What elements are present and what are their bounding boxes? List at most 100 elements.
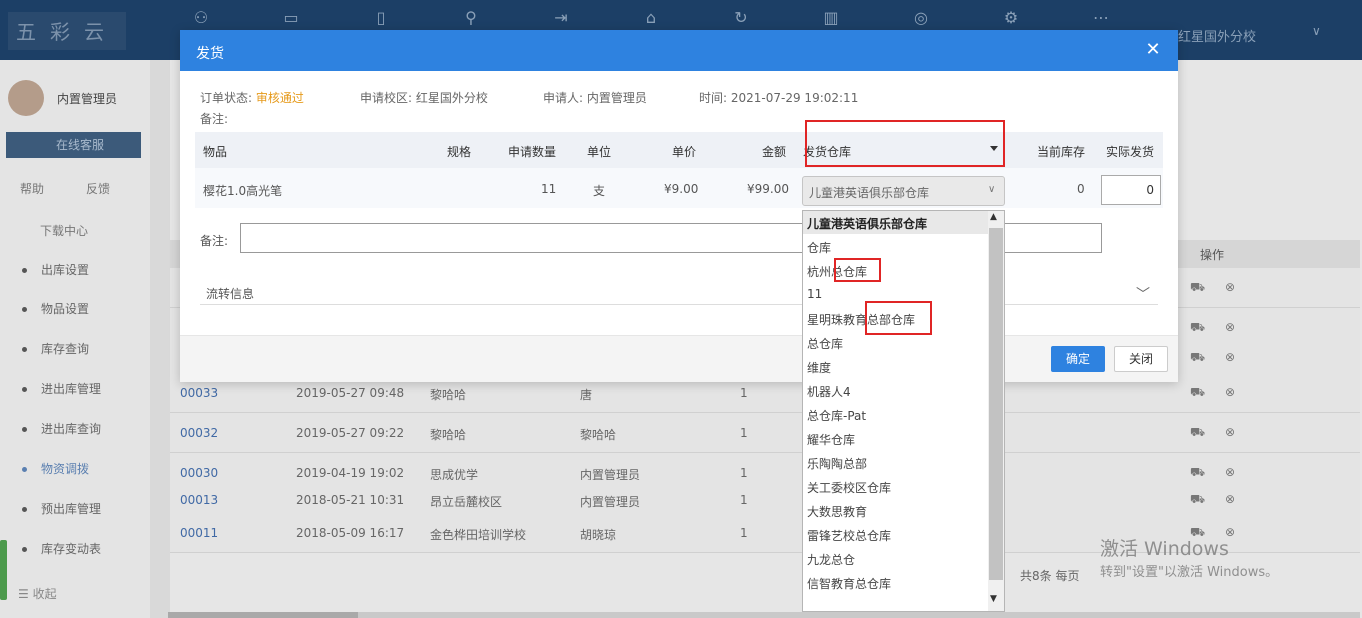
refresh-icon[interactable]: ↻ <box>730 8 752 30</box>
dropdown-option[interactable]: 大数思教育 <box>807 503 867 520</box>
dialog-header <box>180 30 1178 71</box>
dropdown-option[interactable]: 耀华仓库 <box>807 431 855 448</box>
user-name[interactable]: 内置管理员 <box>57 90 117 107</box>
confirm-button[interactable]: 确定 <box>1051 346 1105 372</box>
help-link[interactable]: 帮助 <box>20 180 44 197</box>
dropdown-option[interactable]: 儿童港英语俱乐部仓库 <box>807 215 927 232</box>
sidebar-item[interactable]: 库存变动表 <box>22 540 101 557</box>
current-stock: 0 <box>1077 182 1085 196</box>
sidebar-item[interactable]: 库存查询 <box>22 340 89 357</box>
col-unit: 单位 <box>587 145 612 159</box>
chevron-down-icon[interactable]: ∨ <box>1312 24 1321 38</box>
row-qty: 1 <box>740 386 748 400</box>
truck-icon[interactable]: ⛟ <box>1190 385 1205 401</box>
truck-icon[interactable]: ⛟ <box>1190 492 1205 508</box>
col-actual: 实际发货 <box>1106 145 1155 159</box>
chevron-down-icon[interactable]: ﹀ <box>1136 284 1150 304</box>
close-icon[interactable]: ⊗ <box>1225 385 1235 399</box>
feedback-link[interactable]: 反馈 <box>86 180 110 197</box>
dialog-title: 发货 <box>196 46 224 62</box>
row-time: 2019-05-27 09:22 <box>296 426 405 440</box>
dropdown-option[interactable]: 11 <box>807 287 822 301</box>
close-icon[interactable]: ⊗ <box>1225 465 1235 479</box>
row-qty: 1 <box>740 426 748 440</box>
divider <box>200 304 1158 305</box>
sidebar-item[interactable]: 预出库管理 <box>22 500 101 517</box>
col-req-qty: 申请数量 <box>508 145 557 159</box>
branch-selector[interactable]: 红星国外分校 <box>1178 26 1256 45</box>
dropdown-option[interactable]: 信智教育总仓库 <box>807 575 891 592</box>
status-badge: 审核通过 <box>255 91 304 105</box>
dropdown-option[interactable]: 雷锋艺校总仓库 <box>807 527 891 544</box>
row-applicant: 唐 <box>580 388 593 402</box>
truck-icon: ⛟ <box>1190 350 1206 364</box>
truck-icon: ⛟ <box>1190 280 1206 294</box>
dropdown-option[interactable]: 仓库 <box>807 239 831 256</box>
collapse-button[interactable]: ☰ 收起 <box>18 585 57 602</box>
dialog-footer <box>180 335 1178 382</box>
dropdown-option[interactable]: 维度 <box>807 359 831 376</box>
online-service-button[interactable]: 在线客服 <box>6 132 141 158</box>
time-info: 时间: 2021-07-29 19:02:11 <box>699 91 859 105</box>
row-qty: 1 <box>740 493 748 507</box>
row-school: 黎哈哈 <box>430 388 467 402</box>
export-icon[interactable]: ⇥ <box>550 8 572 30</box>
scroll-up-icon[interactable]: ▲ <box>990 212 997 222</box>
actual-qty-input[interactable]: 0 <box>1101 175 1161 205</box>
person-icon[interactable]: ⚲ <box>460 8 482 30</box>
truck-icon[interactable]: ⛟ <box>1190 425 1205 441</box>
dropdown-scroll-thumb[interactable] <box>989 228 1003 580</box>
dropdown-option[interactable]: 九龙总仓 <box>807 551 855 568</box>
order-id[interactable]: 00032 <box>180 426 218 440</box>
sidebar-item[interactable]: 物品设置 <box>22 300 89 317</box>
flow-info-label[interactable]: 流转信息 <box>206 285 254 302</box>
download-center-link[interactable]: 下载中心 <box>40 222 88 239</box>
row-school: 昂立岳麓校区 <box>430 495 503 509</box>
user-add-icon[interactable]: ⚇ <box>190 8 212 30</box>
dropdown-option[interactable]: 总仓库 <box>807 335 843 352</box>
order-id[interactable]: 00011 <box>180 526 218 540</box>
warehouse-select[interactable]: 儿童港英语俱乐部仓库 <box>802 176 1005 206</box>
pagination: 共8条 每页 <box>1020 569 1080 583</box>
amount: ¥99.00 <box>747 182 789 196</box>
scrollbar-thumb[interactable] <box>168 612 358 618</box>
dropdown-option[interactable]: 总仓库-Pat <box>807 407 866 424</box>
dropdown-option[interactable]: 乐陶陶总部 <box>807 455 867 472</box>
row-qty: 1 <box>740 526 748 540</box>
highlight-box <box>865 301 932 335</box>
more-icon[interactable]: ⋯ <box>1090 8 1112 30</box>
order-id[interactable]: 00033 <box>180 386 218 400</box>
item-name: 樱花1.0高光笔 <box>203 184 283 198</box>
row-time: 2018-05-09 16:17 <box>296 526 405 540</box>
close-button[interactable]: 关闭 <box>1114 346 1168 372</box>
sidebar-item[interactable]: 出库设置 <box>22 261 89 278</box>
dropdown-option[interactable]: 机器人4 <box>807 383 851 400</box>
unit-price: ¥9.00 <box>664 182 699 196</box>
sidebar-item[interactable]: 进出库查询 <box>22 420 101 437</box>
order-id[interactable]: 00013 <box>180 493 218 507</box>
order-id[interactable]: 00030 <box>180 466 218 480</box>
col-spec: 规格 <box>447 145 472 159</box>
close-icon[interactable]: ✕ <box>1143 40 1163 60</box>
dropdown-option[interactable]: 关工委校区仓库 <box>807 479 891 496</box>
close-icon[interactable]: ⊗ <box>1225 425 1235 439</box>
table-row[interactable]: 00032 2019-05-27 09:22 黎哈哈 黎哈哈 1 ⛟ ⊗ <box>170 413 1360 453</box>
gear-icon[interactable]: ⚙ <box>1000 8 1022 30</box>
col-unit-price: 单价 <box>672 145 697 159</box>
avatar[interactable] <box>8 80 44 116</box>
sidebar-item-active[interactable]: 物资调拨 <box>22 460 89 477</box>
truck-icon[interactable]: ⛟ <box>1190 465 1205 481</box>
monitor-icon[interactable]: ▭ <box>280 8 302 30</box>
row-applicant: 内置管理员 <box>580 495 641 509</box>
row-applicant: 黎哈哈 <box>580 428 617 442</box>
target-icon[interactable]: ◎ <box>910 8 932 30</box>
book-icon[interactable]: ▯ <box>370 8 392 30</box>
home-icon[interactable]: ⌂ <box>640 8 662 30</box>
scroll-down-icon[interactable]: ▼ <box>990 594 997 604</box>
chevron-down-icon[interactable]: ∨ <box>988 184 995 195</box>
row-time: 2019-04-19 19:02 <box>296 466 405 480</box>
remark-label: 备注: <box>200 234 229 248</box>
sidebar-item[interactable]: 进出库管理 <box>22 380 101 397</box>
chart-icon[interactable]: ▥ <box>820 8 842 30</box>
close-icon[interactable]: ⊗ <box>1225 492 1235 506</box>
